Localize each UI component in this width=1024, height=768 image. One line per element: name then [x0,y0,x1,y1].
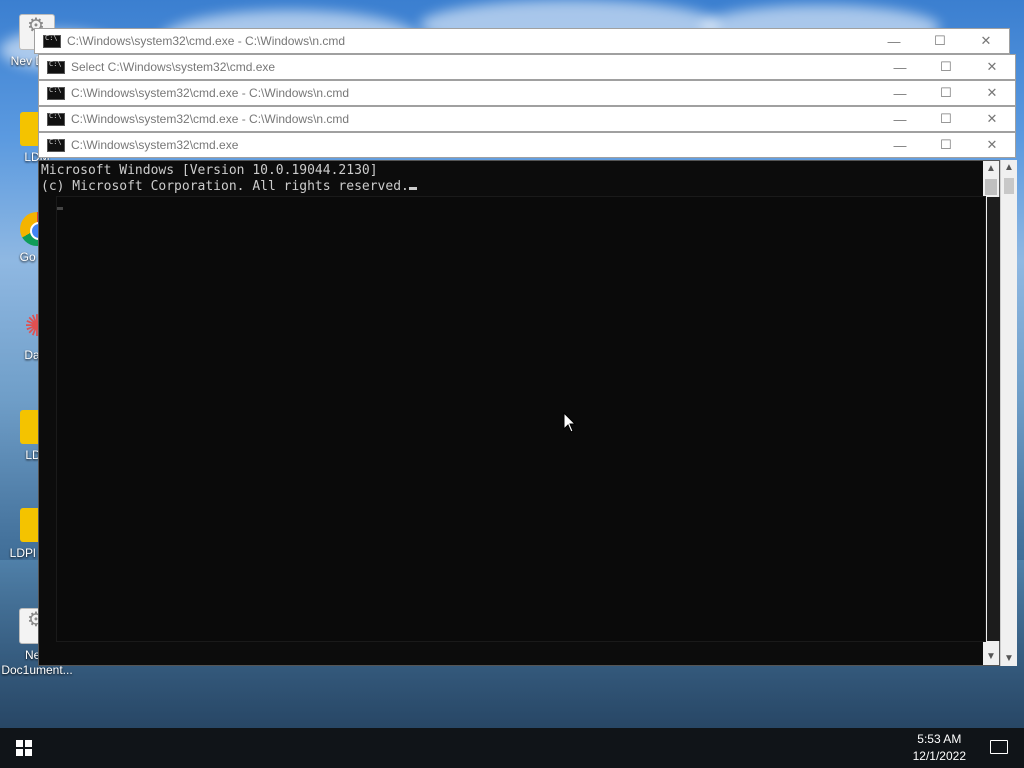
scroll-thumb[interactable] [985,179,997,195]
window-title: C:\Windows\system32\cmd.exe - C:\Windows… [71,112,350,126]
maximize-button[interactable]: ☐ [923,80,969,106]
start-button[interactable] [0,728,48,768]
minimize-button[interactable]: — [877,132,923,158]
windows-logo-icon [16,740,32,756]
console-line-version: Microsoft Windows [Version 10.0.19044.21… [41,163,378,178]
cmd-icon [47,138,65,152]
scroll-up-arrow-icon[interactable]: ▲ [983,161,999,177]
window-titlebar-4[interactable]: C:\Windows\system32\cmd.exe - C:\Windows… [38,106,1016,132]
window-titlebar-5[interactable]: C:\Windows\system32\cmd.exe — ☐ ✕ [38,132,1016,158]
cmd-icon [47,112,65,126]
minimize-button[interactable]: — [877,106,923,132]
window-titlebar-3[interactable]: C:\Windows\system32\cmd.exe - C:\Windows… [38,80,1016,106]
close-button[interactable]: ✕ [969,54,1015,80]
window-title: C:\Windows\system32\cmd.exe - C:\Windows… [71,86,350,100]
close-button[interactable]: ✕ [969,106,1015,132]
maximize-button[interactable]: ☐ [923,54,969,80]
window-title: Select C:\Windows\system32\cmd.exe [71,60,276,74]
minimize-button[interactable]: — [871,28,917,54]
scroll-down-arrow-icon[interactable]: ▼ [983,649,999,665]
scroll-thumb[interactable] [1004,178,1014,194]
minimize-button[interactable]: — [877,54,923,80]
window-title: C:\Windows\system32\cmd.exe - C:\Windows… [67,34,346,48]
close-button[interactable]: ✕ [969,80,1015,106]
maximize-button[interactable]: ☐ [923,132,969,158]
mouse-pointer-icon [563,412,577,433]
background-console-scrollbar [987,197,1001,641]
window-titlebar-2[interactable]: Select C:\Windows\system32\cmd.exe — ☐ ✕ [38,54,1016,80]
notification-center-icon[interactable] [990,740,1008,754]
cmd-icon [47,86,65,100]
close-button[interactable]: ✕ [963,28,1009,54]
background-console-cursor [57,207,63,210]
text-cursor [408,187,417,190]
scroll-up-arrow-icon[interactable]: ▲ [1001,162,1017,173]
close-button[interactable]: ✕ [969,132,1015,158]
clock-time: 5:53 AM [917,732,962,746]
cmd-icon [43,34,61,48]
scroll-down-arrow-icon[interactable]: ▼ [1001,653,1017,664]
cmd-icon [47,60,65,74]
clock-date: 12/1/2022 [912,749,966,763]
window-titlebar-1[interactable]: C:\Windows\system32\cmd.exe - C:\Windows… [34,28,1010,54]
console-output: Microsoft Windows [Version 10.0.19044.21… [41,163,417,195]
background-console-window [56,196,1001,642]
taskbar: 5:53 AM 12/1/2022 [0,728,1024,768]
outer-window-scrollbar[interactable]: ▲ ▼ [1000,160,1017,666]
maximize-button[interactable]: ☐ [917,28,963,54]
taskbar-clock[interactable]: 5:53 AM 12/1/2022 [913,731,966,765]
window-title: C:\Windows\system32\cmd.exe [71,138,239,152]
minimize-button[interactable]: — [877,80,923,106]
maximize-button[interactable]: ☐ [923,106,969,132]
console-line-copyright: (c) Microsoft Corporation. All rights re… [41,179,409,194]
